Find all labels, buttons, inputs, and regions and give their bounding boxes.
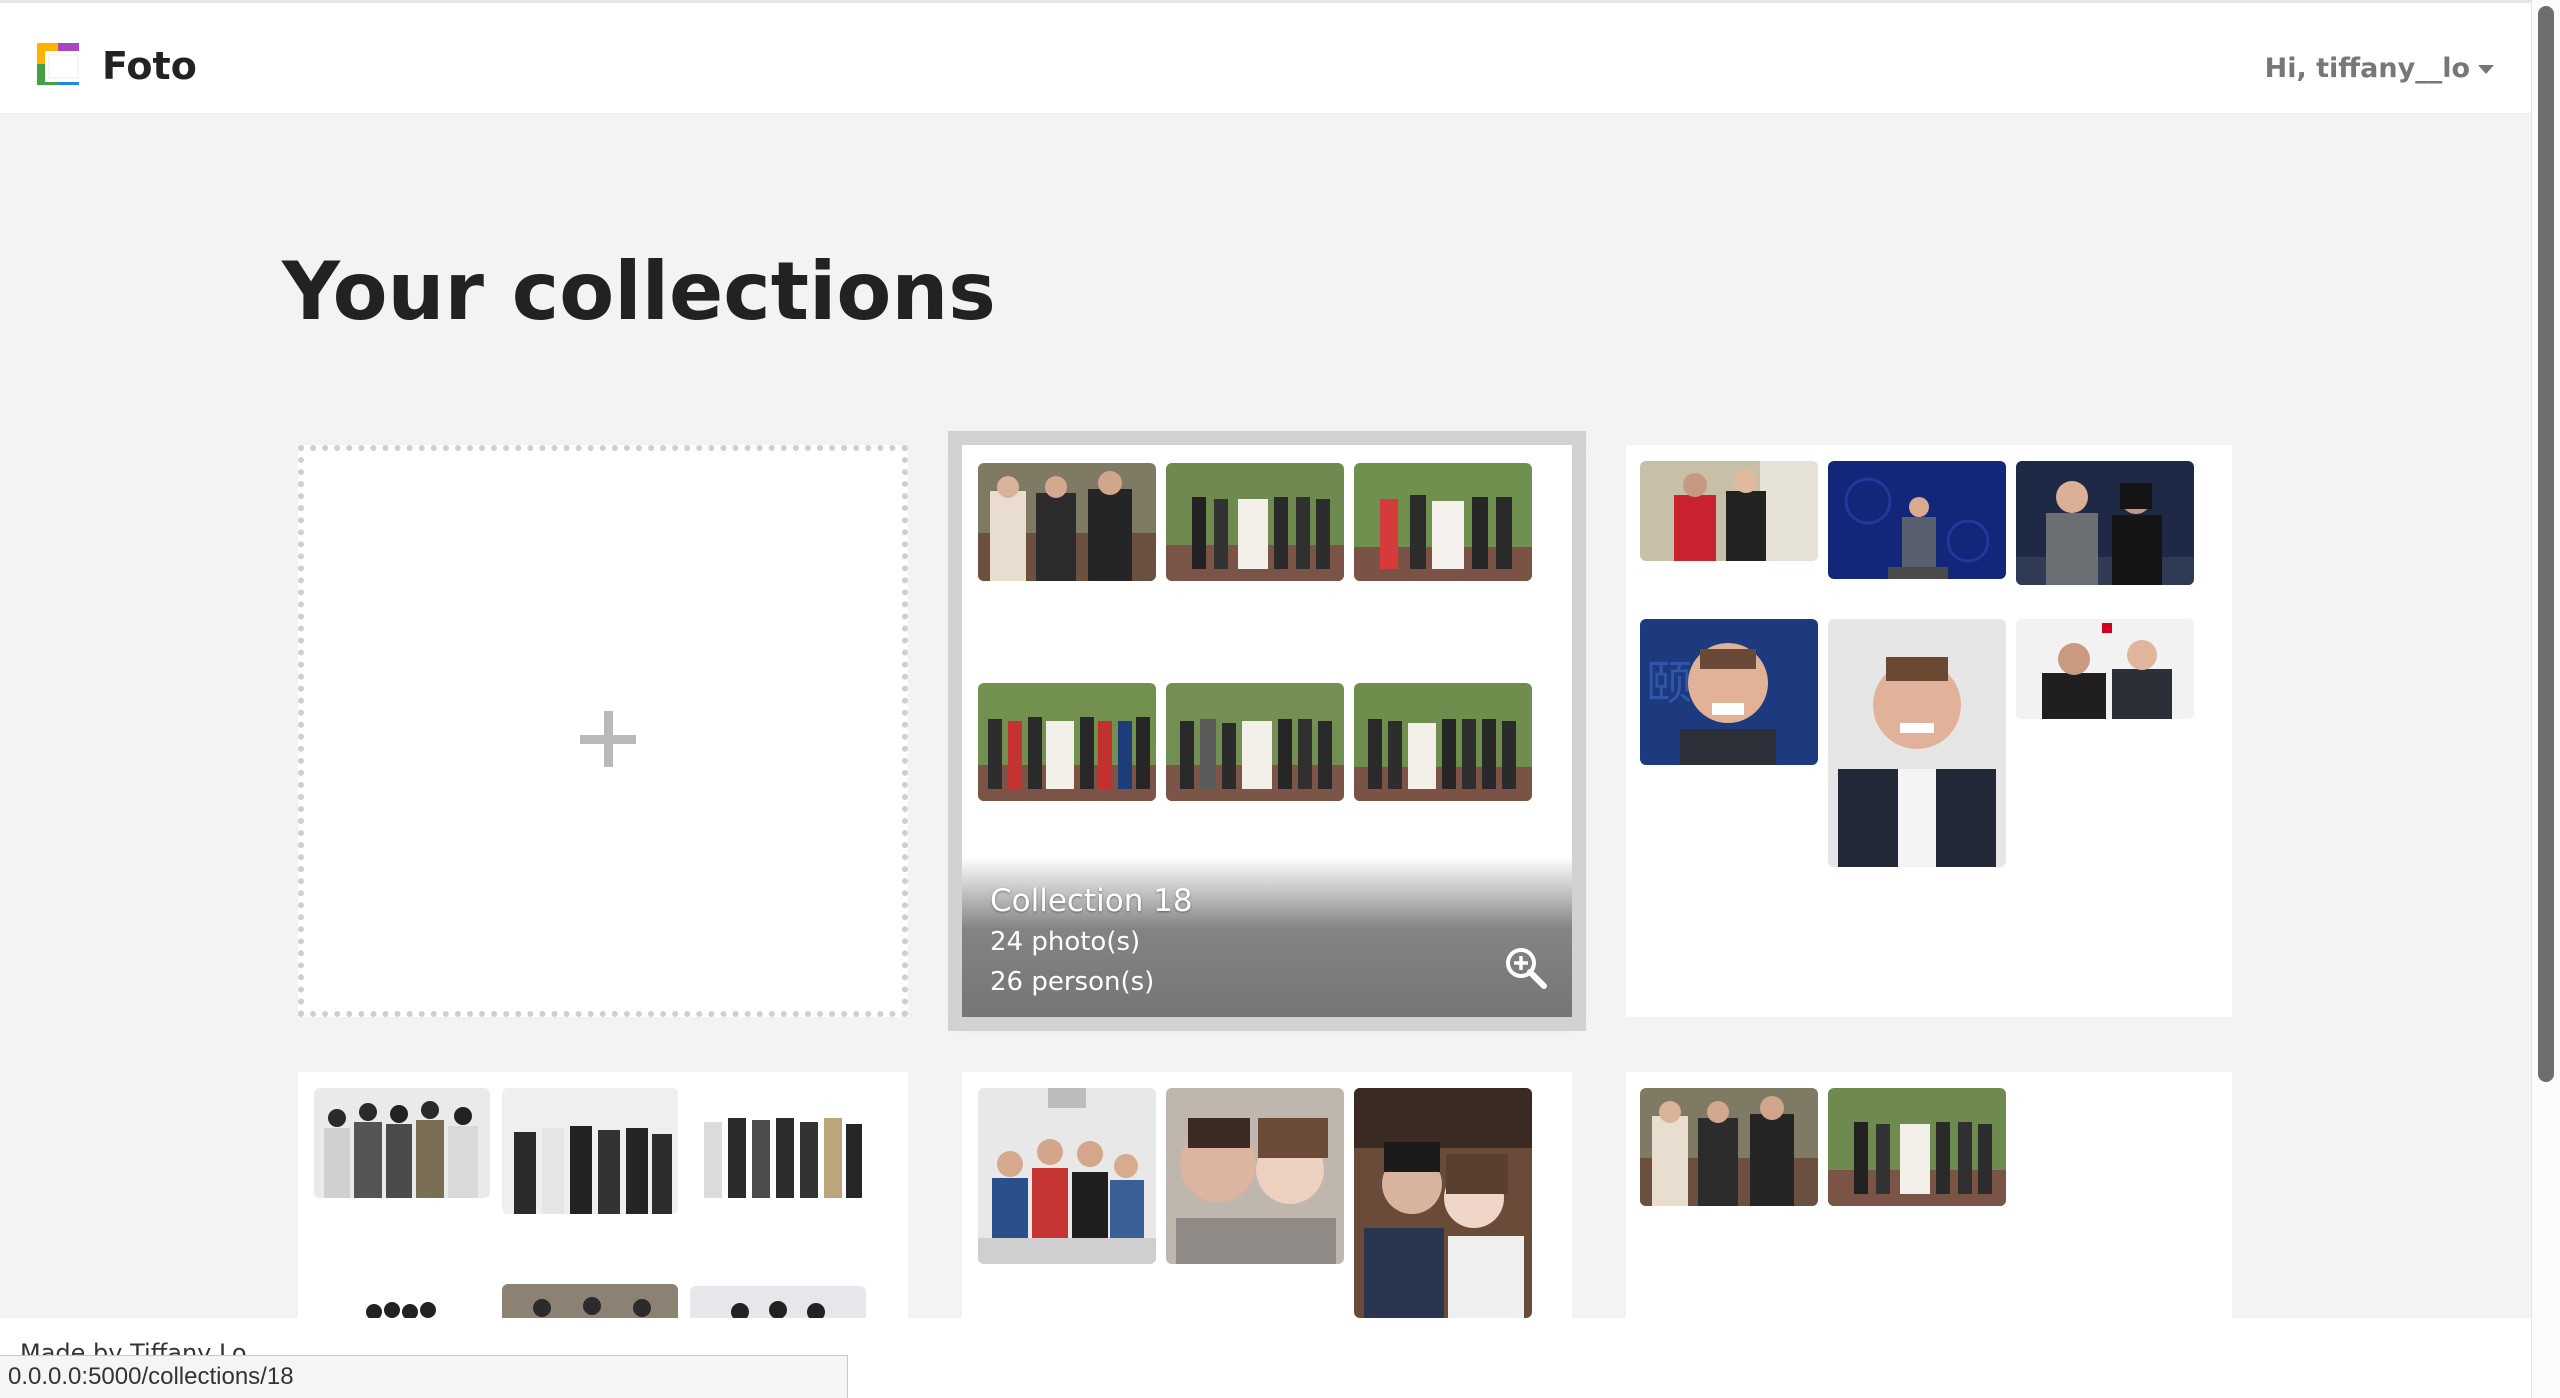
collection-thumbnail (502, 1088, 678, 1214)
collection-thumbnail (314, 1088, 490, 1198)
collection-card[interactable] (298, 1072, 908, 1318)
collection-thumbnail: 颐 委 (1640, 619, 1818, 765)
collection-thumbnail (502, 1284, 678, 1318)
collection-thumbnail (1354, 1088, 1532, 1318)
add-collection-card[interactable] (298, 445, 908, 1017)
caret-down-icon (2478, 65, 2494, 74)
foto-logo-icon[interactable] (34, 40, 88, 94)
collection-thumbnail (1354, 463, 1532, 581)
collection-thumbnail (978, 1088, 1156, 1264)
collection-card-18[interactable]: Collection 18 24 photo(s) 26 person(s) (962, 445, 1572, 1017)
collection-card[interactable] (1626, 1072, 2232, 1318)
collection-thumbnail (1828, 619, 2006, 867)
collection-thumbnail (978, 463, 1156, 581)
vertical-scrollbar[interactable] (2531, 0, 2560, 1398)
zoom-in-icon[interactable] (1503, 945, 1549, 991)
collection-card[interactable]: 颐 委 (1626, 445, 2232, 1017)
collection-thumbnail (1640, 1088, 1818, 1206)
brand-name[interactable]: Foto (102, 39, 197, 93)
collection-thumbnail (1828, 1088, 2006, 1206)
collection-thumbnail (314, 1286, 490, 1318)
scrollbar-thumb[interactable] (2538, 6, 2554, 1082)
collection-thumbnail (690, 1088, 866, 1198)
status-bar-url: 0.0.0.0:5000/collections/18 (0, 1355, 848, 1398)
collection-thumbnail (1166, 683, 1344, 801)
plus-icon (580, 711, 636, 767)
page-title: Your collections (282, 245, 996, 338)
collection-thumbnail (978, 683, 1156, 801)
collection-thumbnail (1354, 683, 1532, 801)
navbar: Foto Hi, tiffany__lo (0, 3, 2532, 114)
collection-thumbnail (1166, 1088, 1344, 1264)
collection-name: Collection 18 (990, 883, 1193, 919)
collection-person-count: 26 person(s) (990, 967, 1155, 997)
collection-thumbnail (2016, 619, 2194, 719)
collection-thumbnail (1828, 461, 2006, 579)
user-menu-toggle[interactable]: Hi, tiffany__lo (2265, 49, 2494, 89)
collection-photo-count: 24 photo(s) (990, 927, 1141, 957)
collection-card[interactable] (962, 1072, 1572, 1318)
user-greeting: Hi, tiffany__lo (2264, 53, 2470, 84)
collection-thumbnail (690, 1286, 866, 1318)
collection-thumbnail (2016, 461, 2194, 585)
collection-thumbnail (1166, 463, 1344, 581)
collection-thumbnail (1640, 461, 1818, 561)
